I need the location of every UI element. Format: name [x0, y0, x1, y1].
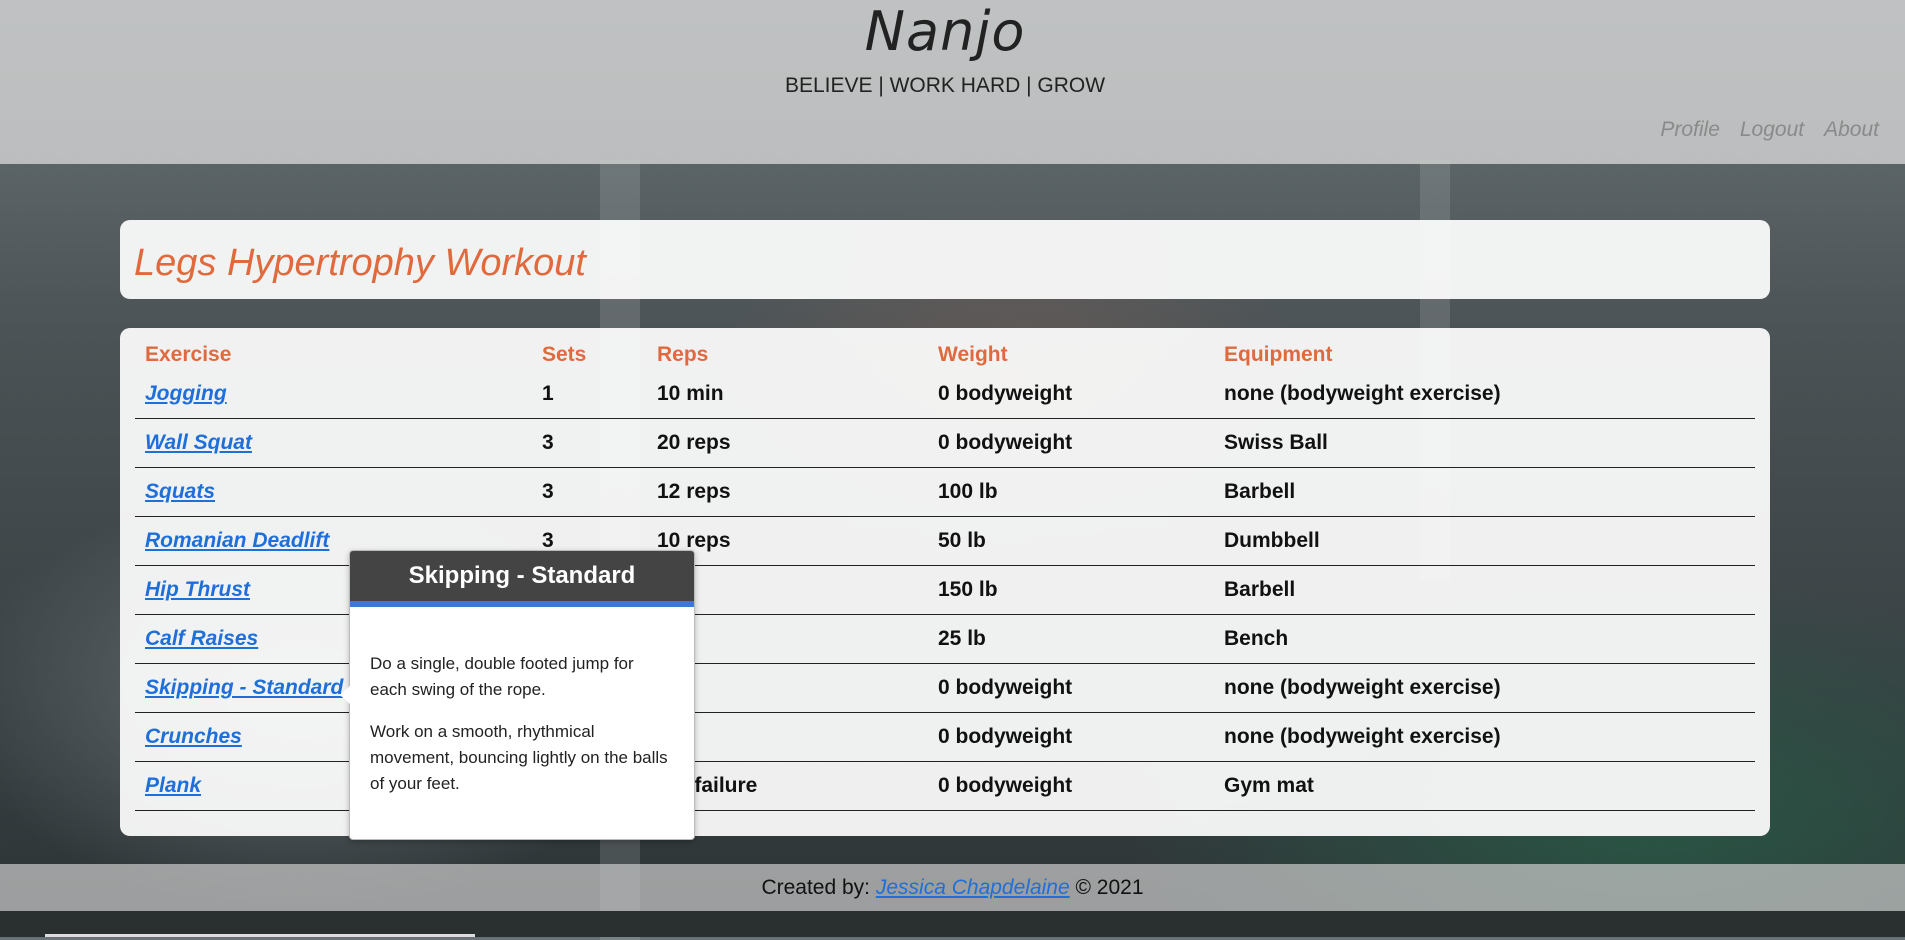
equipment-cell: Barbell	[1214, 467, 1755, 517]
column-header-sets: Sets	[542, 343, 587, 366]
popover-arrow	[340, 686, 350, 704]
weight-cell: 0 bodyweight	[928, 712, 1214, 762]
equipment-cell: none (bodyweight exercise)	[1214, 712, 1755, 762]
nav-logout-link[interactable]: Logout	[1740, 118, 1804, 142]
table-row: Wall Squat 3 20 reps 0 bodyweight Swiss …	[135, 418, 1755, 468]
exercise-link[interactable]: Hip Thrust	[145, 578, 250, 601]
exercise-cell: Squats	[135, 467, 532, 517]
equipment-cell: Dumbbell	[1214, 516, 1755, 566]
sets-cell: 3	[532, 418, 647, 468]
weight-cell: 100 lb	[928, 467, 1214, 517]
nav-profile-link[interactable]: Profile	[1660, 118, 1720, 142]
exercise-link[interactable]: Squats	[145, 480, 215, 503]
exercise-cell: Jogging	[135, 370, 532, 419]
equipment-cell: Bench	[1214, 614, 1755, 664]
top-nav: Profile Logout About	[1660, 118, 1879, 142]
sets-cell: 1	[532, 370, 647, 419]
equipment-cell: none (bodyweight exercise)	[1214, 370, 1755, 419]
column-header-exercise: Exercise	[145, 343, 232, 366]
tagline: BELIEVE | WORK HARD | GROW	[784, 74, 1106, 97]
brand-logo[interactable]: Nanjo	[0, 0, 1890, 63]
weight-cell: 150 lb	[928, 565, 1214, 615]
weight-cell: 0 bodyweight	[928, 761, 1214, 811]
weight-cell: 0 bodyweight	[928, 418, 1214, 468]
popover-title: Skipping - Standard	[350, 551, 694, 607]
column-header-reps: Reps	[657, 343, 709, 366]
table-header-row: Exercise Sets Reps Weight Equipment	[135, 340, 1755, 370]
site-header: Nanjo BELIEVE | WORK HARD | GROW Profile…	[0, 0, 1905, 164]
equipment-cell: Swiss Ball	[1214, 418, 1755, 468]
reps-cell: 10 min	[647, 370, 928, 419]
weight-cell: 50 lb	[928, 516, 1214, 566]
popover-body: Do a single, double footed jump for each…	[350, 607, 694, 797]
weight-cell: 25 lb	[928, 614, 1214, 664]
exercise-link[interactable]: Crunches	[145, 725, 242, 748]
column-header-weight: Weight	[938, 343, 1008, 366]
exercise-link[interactable]: Romanian Deadlift	[145, 529, 329, 552]
exercise-link[interactable]: Wall Squat	[145, 431, 252, 454]
column-header-equipment: Equipment	[1224, 343, 1333, 366]
exercise-link[interactable]: Skipping - Standard	[145, 676, 343, 699]
equipment-cell: none (bodyweight exercise)	[1214, 663, 1755, 713]
exercise-link[interactable]: Jogging	[145, 382, 227, 405]
popover-paragraph: Do a single, double footed jump for each…	[370, 654, 634, 699]
nav-about-link[interactable]: About	[1824, 118, 1879, 142]
popover-paragraph: Work on a smooth, rhythmical movement, b…	[370, 722, 668, 793]
exercise-link[interactable]: Plank	[145, 774, 201, 797]
table-row: Jogging 1 10 min 0 bodyweight none (body…	[135, 370, 1755, 419]
weight-cell: 0 bodyweight	[928, 370, 1214, 419]
weight-cell: 0 bodyweight	[928, 663, 1214, 713]
exercise-cell: Wall Squat	[135, 418, 532, 468]
exercise-link[interactable]: Calf Raises	[145, 627, 258, 650]
reps-cell: 12 reps	[647, 467, 928, 517]
footer-prefix: Created by:	[761, 876, 871, 899]
exercise-popover: Skipping - Standard Do a single, double …	[340, 550, 695, 840]
equipment-cell: Gym mat	[1214, 761, 1755, 811]
table-row: Squats 3 12 reps 100 lb Barbell	[135, 467, 1755, 517]
reps-cell: 20 reps	[647, 418, 928, 468]
footer-author-link[interactable]: Jessica Chapdelaine	[876, 876, 1070, 899]
equipment-cell: Barbell	[1214, 565, 1755, 615]
footer-copyright: © 2021	[1075, 876, 1144, 899]
workout-title: Legs Hypertrophy Workout	[134, 242, 586, 284]
site-footer: Created by: Jessica Chapdelaine © 2021	[0, 864, 1905, 911]
sets-cell: 3	[532, 467, 647, 517]
workout-title-card: Legs Hypertrophy Workout	[120, 220, 1770, 299]
